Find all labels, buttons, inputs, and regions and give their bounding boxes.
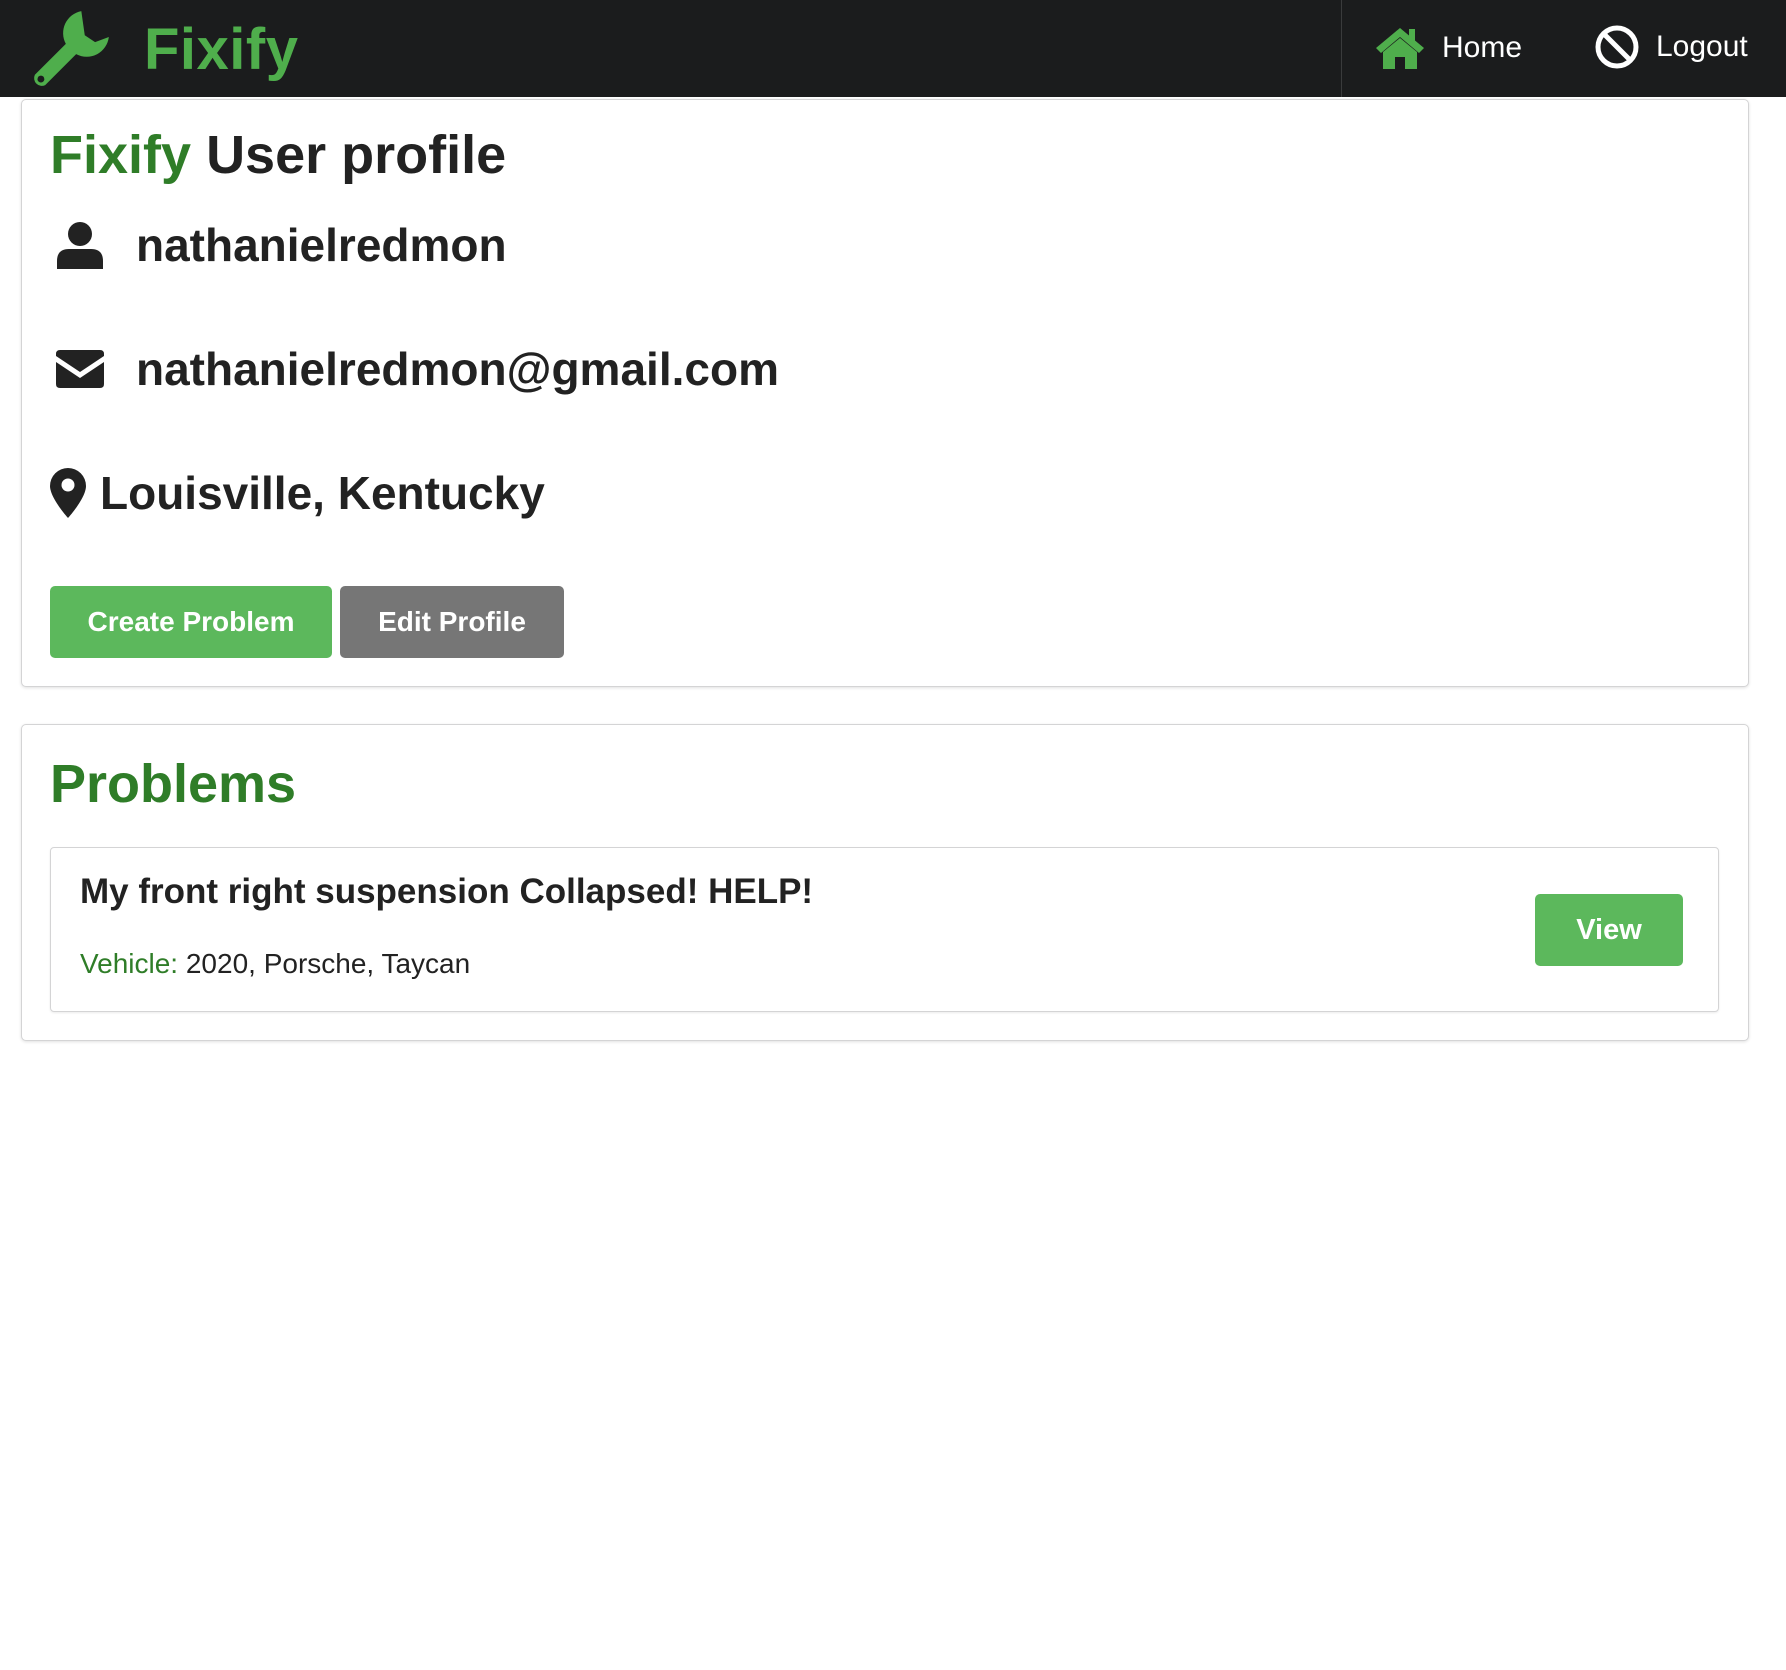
nav-logout-label: Logout [1656, 30, 1748, 63]
username-row: nathanielredmon [50, 218, 507, 272]
problems-heading: Problems [50, 754, 297, 814]
ban-icon [1595, 25, 1639, 69]
location-text: Louisville, Kentucky [100, 467, 545, 519]
map-marker-icon [50, 468, 86, 518]
problem-vehicle: Vehicle: 2020, Porsche, Taycan [80, 948, 470, 980]
view-problem-button[interactable]: View [1535, 894, 1683, 966]
profile-heading-brand: Fixify [50, 125, 192, 185]
email-text: nathanielredmon@gmail.com [136, 343, 779, 395]
problem-title: My front right suspension Collapsed! HEL… [80, 872, 814, 911]
user-profile-card: Fixify User profile nathanielredmon nath… [21, 99, 1749, 687]
email-row: nathanielredmon@gmail.com [50, 342, 779, 396]
wrench-icon [34, 11, 109, 86]
user-icon [57, 222, 103, 269]
top-navbar: Fixify Home Logout [0, 0, 1786, 97]
home-icon [1376, 28, 1424, 69]
envelope-icon [56, 350, 104, 388]
profile-heading-text: User profile [206, 125, 507, 185]
nav-home-link[interactable]: Home [1374, 24, 1522, 72]
username-text: nathanielredmon [136, 219, 507, 271]
problem-list-item: My front right suspension Collapsed! HEL… [50, 847, 1719, 1012]
nav-menu-right: Home Logout [1341, 0, 1786, 97]
vehicle-label: Vehicle: [80, 948, 179, 979]
location-row: Louisville, Kentucky [50, 466, 545, 520]
edit-profile-button[interactable]: Edit Profile [340, 586, 564, 658]
vehicle-value: 2020, Porsche, Taycan [185, 948, 471, 979]
profile-heading: Fixify User profile [50, 124, 506, 186]
nav-home-label: Home [1442, 31, 1523, 64]
brand-logo-link[interactable]: Fixify [28, 6, 299, 92]
problems-card: Problems My front right suspension Colla… [21, 724, 1749, 1041]
brand-name: Fixify [144, 16, 299, 82]
nav-logout-link[interactable]: Logout [1594, 24, 1748, 70]
create-problem-button[interactable]: Create Problem [50, 586, 332, 658]
